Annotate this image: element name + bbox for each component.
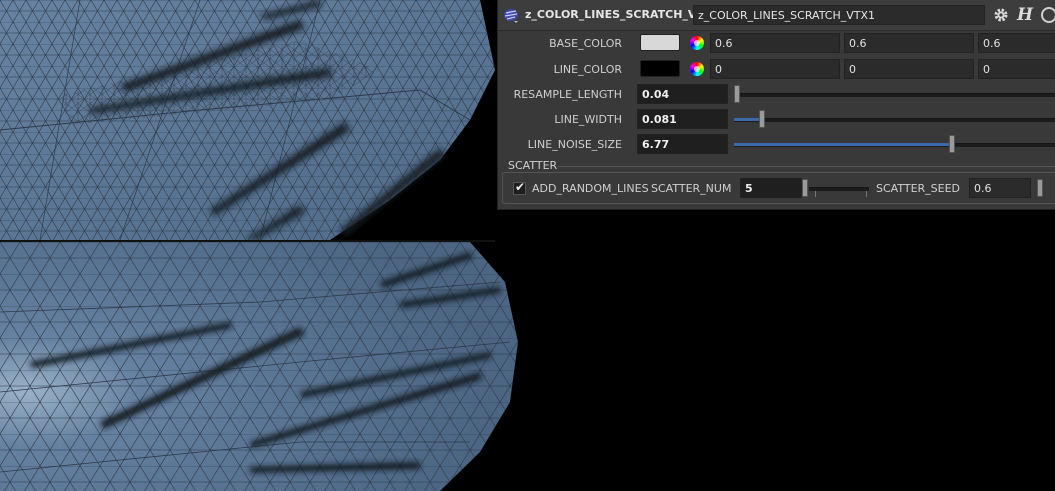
- line-width-label: LINE_WIDTH: [554, 113, 622, 126]
- checkmark-icon: ✔: [515, 180, 526, 194]
- slider-handle[interactable]: [948, 135, 955, 153]
- mesh-view-top: [0, 0, 495, 240]
- scatter-num-ticks: [815, 191, 867, 197]
- slider-handle[interactable]: [759, 110, 766, 128]
- base-color-b-field[interactable]: 0.6: [978, 33, 1055, 53]
- panel-header: z_COLOR_LINES_SCRATCH_VTX z_COLOR_LINES_…: [498, 0, 1055, 31]
- help-icon[interactable]: H: [1017, 5, 1033, 25]
- line-color-g-field[interactable]: 0: [844, 59, 974, 79]
- slider-fill: [734, 118, 760, 121]
- base-color-swatch[interactable]: [640, 34, 680, 51]
- scatter-seed-label: SCATTER_SEED: [876, 182, 961, 195]
- node-type-label[interactable]: z_COLOR_LINES_SCRATCH_VTX: [525, 8, 712, 21]
- scatter-seed-field[interactable]: 0.6: [969, 178, 1031, 198]
- node-name-field[interactable]: z_COLOR_LINES_SCRATCH_VTX1: [693, 5, 985, 25]
- base-color-g-field[interactable]: 0.6: [844, 33, 974, 53]
- line-color-label: LINE_COLOR: [553, 63, 622, 76]
- scatter-separator: [558, 166, 1055, 167]
- base-color-label: BASE_COLOR: [549, 37, 622, 50]
- line-color-swatch[interactable]: [640, 60, 680, 77]
- scatter-num-slider-handle[interactable]: [802, 179, 808, 197]
- viewport-top[interactable]: [0, 0, 495, 242]
- viewport-bottom[interactable]: [0, 242, 530, 491]
- mesh-view-bottom: [0, 242, 530, 491]
- scatter-num-label: SCATTER_NUM: [651, 182, 732, 195]
- line-color-b-field[interactable]: 0: [978, 59, 1055, 79]
- scatter-group: ✔ ADD_RANDOM_LINES SCATTER_NUM 5 SCATTER…: [502, 172, 1055, 204]
- line-noise-size-field[interactable]: 6.77: [637, 134, 728, 154]
- line-width-slider[interactable]: [734, 118, 1055, 122]
- color-wheel-icon[interactable]: [690, 62, 704, 76]
- slider-handle[interactable]: [734, 85, 740, 103]
- parameter-panel: z_COLOR_LINES_SCRATCH_VTX z_COLOR_LINES_…: [497, 0, 1055, 210]
- scatter-seed-slider-handle[interactable]: [1037, 179, 1043, 197]
- resample-length-slider[interactable]: [734, 93, 1055, 97]
- line-noise-size-label: LINE_NOISE_SIZE: [527, 138, 622, 151]
- slider-fill: [734, 143, 949, 146]
- add-random-lines-label[interactable]: ADD_RANDOM_LINES: [532, 182, 649, 195]
- info-icon[interactable]: [1040, 6, 1055, 24]
- scatter-folder-label: SCATTER: [508, 159, 558, 172]
- line-width-field[interactable]: 0.081: [637, 109, 728, 129]
- base-color-r-field[interactable]: 0.6: [710, 33, 840, 53]
- resample-length-label: RESAMPLE_LENGTH: [513, 88, 622, 101]
- color-wheel-icon[interactable]: [690, 36, 704, 50]
- add-random-lines-checkbox[interactable]: ✔: [513, 180, 526, 195]
- line-color-r-field[interactable]: 0: [710, 59, 840, 79]
- gear-icon[interactable]: [992, 6, 1010, 24]
- node-type-icon[interactable]: [503, 7, 519, 23]
- resample-length-field[interactable]: 0.04: [637, 84, 728, 104]
- scatter-num-field[interactable]: 5: [740, 178, 802, 198]
